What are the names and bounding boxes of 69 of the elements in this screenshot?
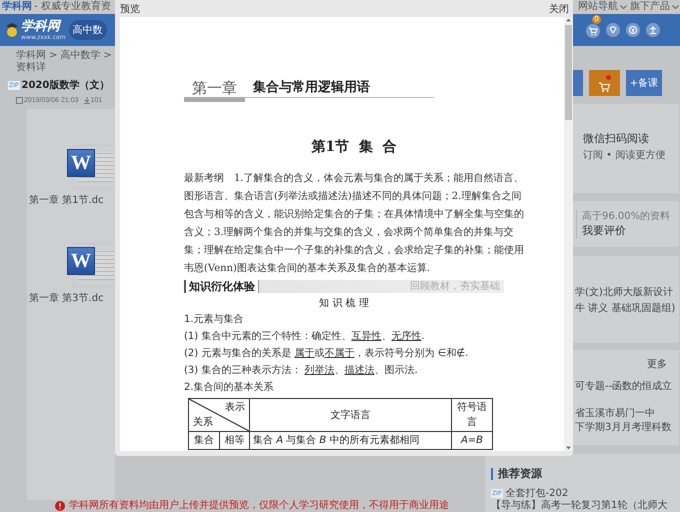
subject-button[interactable]: 高中数 xyxy=(68,20,107,40)
breadcrumb-separator: > xyxy=(49,50,58,62)
site-name: 学科网 xyxy=(2,1,32,13)
recommended-link[interactable]: 全套打包-202 xyxy=(506,488,568,500)
download-icon xyxy=(84,97,90,104)
recommended-heading: 推荐资源 xyxy=(491,468,542,480)
prepare-lesson-button[interactable]: +备课 xyxy=(626,70,662,96)
file-name[interactable]: 第一章 第1节.dc xyxy=(29,195,115,207)
breadcrumb-link[interactable]: 高中数学 xyxy=(60,50,100,62)
notification-dot xyxy=(606,75,611,80)
caret-icon xyxy=(672,4,679,10)
caret-icon xyxy=(620,4,627,10)
related-link[interactable]: 下学期3月月考理科数 xyxy=(575,421,679,436)
dialog-title: 预览 xyxy=(120,2,140,16)
nav-link[interactable]: 旗下产品 xyxy=(630,1,679,13)
scroll-arrow-icon[interactable] xyxy=(565,17,572,23)
related-link[interactable]: 省玉溪市易门一中 xyxy=(575,407,679,422)
wechat-title: 微信扫码阅读 xyxy=(583,132,650,146)
scroll-thumb[interactable] xyxy=(565,25,572,120)
syllabus-paragraph: 最新考纲 1.了解集合的含义，体会元素与集合的属于关系；能用自然语言、图形语言、集合语言(列举法或描述法)描述不同的具体问题；2.理解集合之间包含与相等的含义，能识别给定集合的子集；在具体情境中了解全集与空集的含义；3.理解两个集合的并集与交集的含义，会求两个简单集合的并集与交集；理解在给定集合中一个子集的补集的含义，会求给定子集的补集；能使用韦恩(Venn)图表达集合间的基本关系及集合的基本运算. xyxy=(184,172,524,276)
word-icon: W xyxy=(67,247,95,275)
breadcrumb-separator: > xyxy=(103,50,112,62)
logo-text: 学科网 xyxy=(21,20,62,34)
word-icon: W xyxy=(67,149,95,177)
cart-icon[interactable] xyxy=(586,24,600,38)
text-line: (3) 集合的三种表示方法： 列举法、描述法、图示法. xyxy=(184,364,419,378)
cart-icon xyxy=(598,80,611,92)
text-line: (2) 元素与集合的关系是 属于或不属于，表示符号分别为 ∈和∉. xyxy=(184,346,470,361)
table-header: 关系 xyxy=(193,416,213,430)
breadcrumb-link[interactable]: 学科网 xyxy=(16,50,46,62)
section-title: 第1节 集 合 xyxy=(310,138,398,156)
table-cell: 集合 xyxy=(188,432,219,450)
notice-text: 学科网所有资料均由用户上传并提供预览，仅限个人学习研究使用，不得用于商业用途 xyxy=(69,500,449,512)
more-link[interactable]: 更多 xyxy=(647,358,667,372)
table-header: 表示 xyxy=(225,400,245,415)
series-text[interactable]: 学(文)北师大版新设计 xyxy=(575,286,679,300)
table-cell: A=B xyxy=(452,432,492,450)
chapter-number: 第一章 xyxy=(184,79,245,102)
chapter-title: 集合与常用逻辑用语 xyxy=(245,79,434,98)
series-text[interactable]: 牛 讲义 基础巩固题组) xyxy=(575,302,679,316)
resource-title: 2020版数学（文） xyxy=(22,78,110,92)
wechat-subtitle: 订阅 • 阅读更方便 xyxy=(583,149,666,163)
nav-link[interactable]: 网站导航 xyxy=(578,1,627,13)
text-line: 1.元素与集合 xyxy=(184,312,245,327)
calendar-icon xyxy=(16,97,23,104)
rate-link[interactable]: 我要评价 xyxy=(582,224,670,238)
breadcrumb-link[interactable]: 资料详 xyxy=(16,62,46,74)
subheading: 知 识 梳 理 xyxy=(318,297,370,311)
file-name[interactable]: 第一章 第3节.dc xyxy=(29,293,115,305)
upload-icon[interactable] xyxy=(646,23,660,37)
table-cell: 集合 A 与集合 B 中的所有元素都相同 xyxy=(250,432,452,450)
rating-note: 高于96.00%的资料 xyxy=(582,210,670,224)
cart-button[interactable] xyxy=(589,70,620,96)
warning-icon xyxy=(55,501,65,511)
gem-icon[interactable] xyxy=(606,23,620,37)
related-link[interactable]: 可专题--函数的恒成立 xyxy=(575,380,679,394)
coin-icon[interactable] xyxy=(626,23,640,37)
table-header: 文字语言 xyxy=(250,398,452,432)
banner-title: 知识衍化体验 xyxy=(184,280,259,293)
banner-note: 回顾教材，夯实基础 xyxy=(410,280,501,292)
table-cell: 相等 xyxy=(219,432,250,450)
recommended-link[interactable]: 【导与练】高考一轮复习第1轮（北师大 xyxy=(491,500,668,512)
site-tagline: - 权威专业教育资 xyxy=(34,1,111,13)
scroll-arrow-icon[interactable] xyxy=(565,445,572,451)
close-button[interactable]: 关闭 xyxy=(549,2,569,16)
table-header: 符号语言 xyxy=(452,398,492,432)
text-line: 2.集合间的基本关系 xyxy=(184,380,275,395)
text-line: (1) 集合中元素的三个特性：确定性、互异性、无序性. xyxy=(184,330,426,344)
mascot-icon xyxy=(5,22,19,38)
